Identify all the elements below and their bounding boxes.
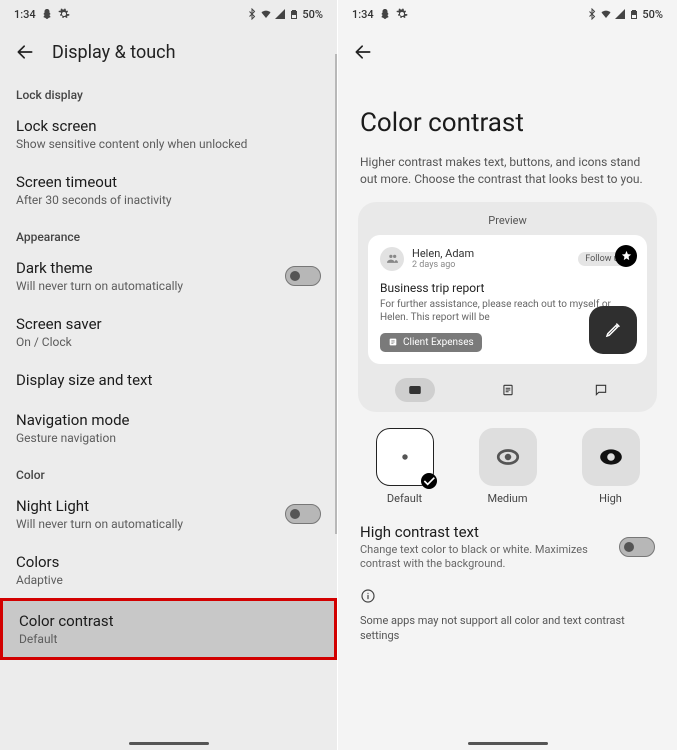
row-display-size[interactable]: Display size and text — [0, 360, 337, 400]
snapchat-icon — [41, 8, 53, 20]
contrast-options: Default Medium High — [338, 412, 677, 513]
sender-name: Helen, Adam — [412, 247, 570, 260]
battery-pct: 50% — [302, 8, 323, 21]
row-lock-screen[interactable]: Lock screen Show sensitive content only … — [0, 106, 337, 162]
battery-icon — [628, 8, 640, 20]
high-contrast-toggle[interactable] — [619, 537, 655, 557]
night-light-toggle[interactable] — [285, 504, 321, 524]
sent-time: 2 days ago — [412, 260, 570, 270]
page-title: Color contrast — [338, 76, 677, 154]
section-lock-display: Lock display — [0, 76, 337, 106]
settings-status-icon — [58, 8, 70, 20]
option-high[interactable]: High — [566, 428, 655, 505]
battery-icon — [288, 8, 300, 20]
status-time: 1:34 — [14, 8, 36, 21]
status-bar: 1:34 50% — [0, 0, 337, 28]
snapchat-icon — [379, 8, 391, 20]
wifi-icon — [600, 8, 612, 20]
bluetooth-icon — [246, 8, 258, 20]
row-navigation-mode[interactable]: Navigation mode Gesture navigation — [0, 400, 337, 456]
page-description: Higher contrast makes text, buttons, and… — [338, 154, 677, 202]
dark-theme-toggle[interactable] — [285, 266, 321, 286]
attachment-chip: Client Expenses — [380, 333, 482, 352]
settings-status-icon — [396, 8, 408, 20]
star-icon — [615, 245, 637, 267]
option-medium[interactable]: Medium — [463, 428, 552, 505]
bluetooth-icon — [586, 8, 598, 20]
compose-fab — [589, 306, 637, 354]
check-icon — [421, 473, 437, 489]
page-title: Display & touch — [52, 42, 176, 63]
avatar-icon — [380, 247, 404, 271]
row-dark-theme[interactable]: Dark theme Will never turn on automatica… — [0, 248, 337, 304]
email-subject: Business trip report — [380, 281, 635, 295]
info-icon — [338, 582, 677, 610]
tab-card-icon[interactable] — [395, 378, 435, 402]
row-colors[interactable]: Colors Adaptive — [0, 542, 337, 598]
nav-indicator — [129, 742, 209, 745]
option-default[interactable]: Default — [360, 428, 449, 505]
back-button[interactable] — [352, 41, 374, 63]
note-text: Some apps may not support all color and … — [338, 610, 677, 648]
signal-icon — [614, 8, 626, 20]
back-button[interactable] — [14, 41, 36, 63]
status-bar: 1:34 50% — [338, 0, 677, 28]
email-preview: Helen, Adam 2 days ago Follow up? Busine… — [368, 235, 647, 364]
preview-card: Preview Helen, Adam 2 days ago Follow up… — [358, 202, 657, 412]
header: Display & touch — [0, 28, 337, 76]
signal-icon — [274, 8, 286, 20]
row-screen-timeout[interactable]: Screen timeout After 30 seconds of inact… — [0, 162, 337, 218]
battery-pct: 50% — [642, 8, 663, 21]
row-night-light[interactable]: Night Light Will never turn on automatic… — [0, 486, 337, 542]
tab-chat-icon[interactable] — [581, 378, 621, 402]
row-high-contrast-text[interactable]: High contrast text Change text color to … — [338, 513, 677, 583]
nav-indicator — [468, 742, 548, 745]
wifi-icon — [260, 8, 272, 20]
preview-tabbar — [368, 378, 647, 402]
row-color-contrast[interactable]: Color contrast Default — [0, 598, 337, 660]
tab-document-icon[interactable] — [488, 378, 528, 402]
preview-label: Preview — [368, 214, 647, 227]
status-time: 1:34 — [352, 8, 374, 21]
section-color: Color — [0, 456, 337, 486]
row-screen-saver[interactable]: Screen saver On / Clock — [0, 304, 337, 360]
header — [338, 28, 677, 76]
section-appearance: Appearance — [0, 218, 337, 248]
